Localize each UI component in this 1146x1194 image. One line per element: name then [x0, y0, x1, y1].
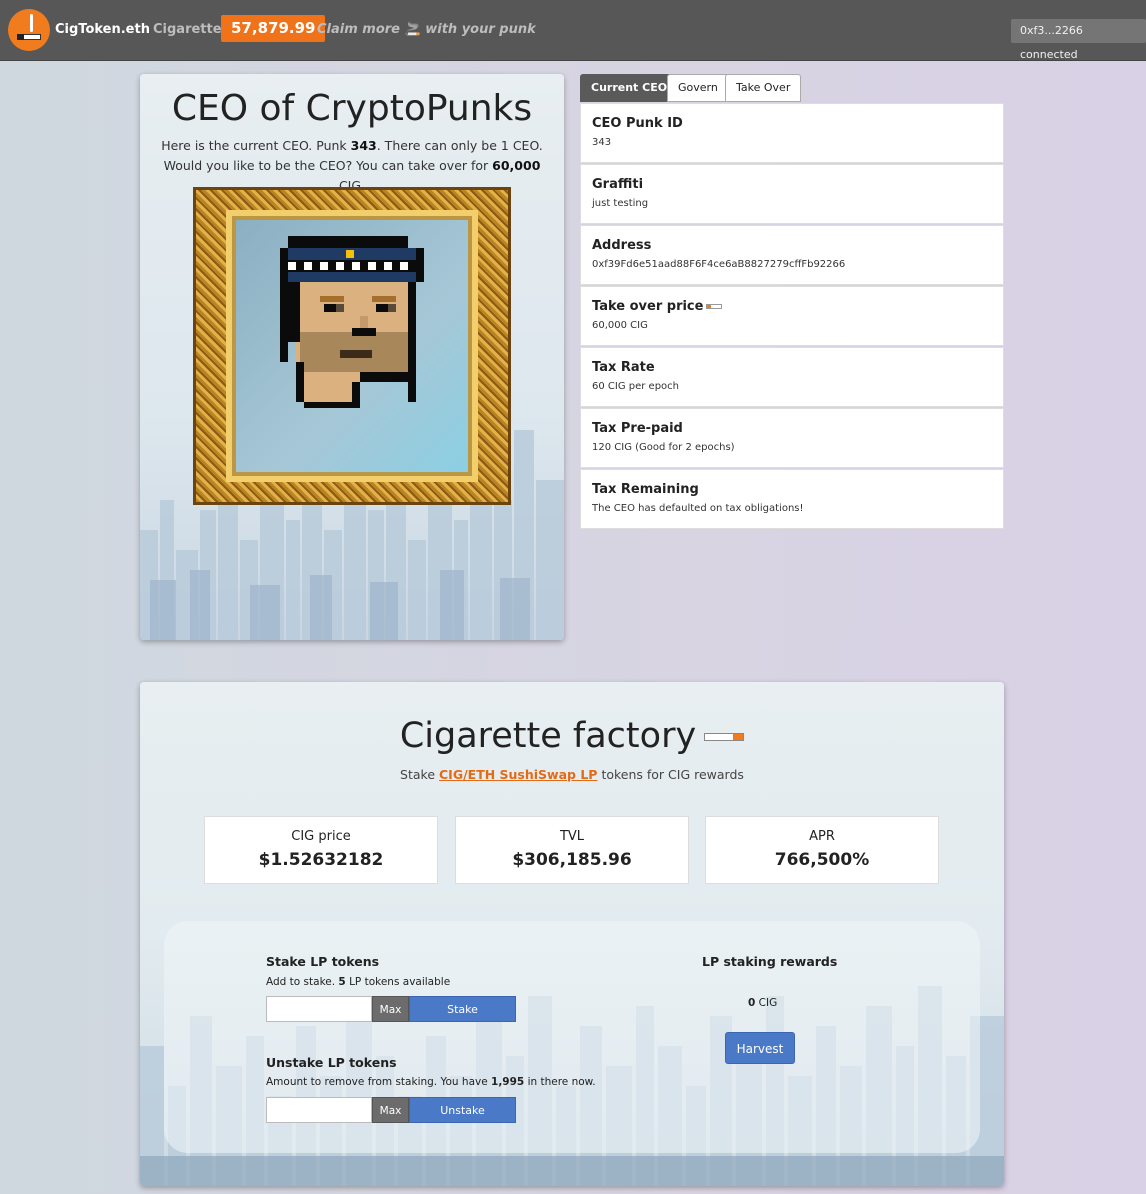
harvest-button[interactable]: Harvest — [725, 1032, 795, 1064]
unstake-section-title: Unstake LP tokens — [266, 1055, 397, 1070]
claim-link[interactable]: Claim more 🚬 with your punk — [317, 22, 536, 37]
rewards-amount: 0 CIG — [748, 997, 778, 1009]
stat-tvl: TVL $306,185.96 — [455, 816, 689, 884]
info-item-graffiti: Graffiti just testing — [580, 164, 1004, 224]
stake-button[interactable]: Stake — [409, 996, 516, 1022]
unstake-button[interactable]: Unstake — [409, 1097, 516, 1123]
stake-max-button[interactable]: Max — [372, 996, 409, 1022]
stake-amount-input[interactable] — [266, 996, 372, 1022]
info-item-address: Address 0xf39Fd6e51aad88F6F4ce6aB8827279… — [580, 225, 1004, 285]
stake-description: Add to stake. 5 LP tokens available — [266, 976, 451, 988]
stat-cig-price: CIG price $1.52632182 — [204, 816, 438, 884]
factory-subtitle: Stake CIG/ETH SushiSwap LP tokens for CI… — [400, 767, 744, 782]
unstake-max-button[interactable]: Max — [372, 1097, 409, 1123]
tab-current-ceo[interactable]: Current CEO — [580, 74, 679, 102]
cigarette-factory-card: Cigarette factory Stake CIG/ETH SushiSwa… — [140, 682, 1004, 1186]
info-item-takeover-price: Take over price 60,000 CIG — [580, 286, 1004, 346]
info-item-tax-remaining: Tax Remaining The CEO has defaulted on t… — [580, 469, 1004, 529]
cigtoken-logo-icon[interactable] — [8, 9, 50, 51]
punk-portrait-icon — [280, 236, 424, 408]
info-item-ceo-punk-id: CEO Punk ID 343 — [580, 103, 1004, 163]
cigarette-icon — [706, 304, 723, 309]
unstake-description: Amount to remove from staking. You have … — [266, 1076, 596, 1088]
tab-govern[interactable]: Govern — [667, 74, 729, 102]
staking-panel: Stake LP tokens Add to stake. 5 LP token… — [164, 921, 980, 1153]
stat-apr: APR 766,500% — [705, 816, 939, 884]
unstake-amount-input[interactable] — [266, 1097, 372, 1123]
rewards-section-title: LP staking rewards — [702, 954, 838, 969]
ceo-info-list: CEO Punk ID 343 Graffiti just testing Ad… — [580, 103, 1004, 530]
wallet-connected-badge[interactable]: 0xf3...2266 connected — [1011, 19, 1146, 61]
ceo-page-title: CEO of CryptoPunks — [171, 88, 533, 129]
cigarette-icon — [704, 733, 745, 741]
sushiswap-lp-link[interactable]: CIG/ETH SushiSwap LP — [439, 767, 597, 782]
gold-frame — [193, 187, 511, 505]
info-item-tax-rate: Tax Rate 60 CIG per epoch — [580, 347, 1004, 407]
cigarettes-label: Cigarettes — [153, 22, 230, 37]
info-item-tax-prepaid: Tax Pre-paid 120 CIG (Good for 2 epochs) — [580, 408, 1004, 468]
tab-take-over[interactable]: Take Over — [725, 74, 802, 102]
ceo-punk-id-text: 343 — [350, 138, 377, 153]
factory-title: Cigarette factory — [140, 716, 1004, 756]
cig-balance-badge: 57,879.99 — [221, 15, 326, 42]
stake-section-title: Stake LP tokens — [266, 954, 380, 969]
ceo-card: CEO of CryptoPunks Here is the current C… — [140, 74, 564, 640]
punk-portrait-image — [236, 220, 468, 472]
takeover-price-text: 60,000 — [492, 158, 541, 173]
top-navbar: CigToken.eth Cigarettes 57,879.99 Claim … — [0, 0, 1146, 61]
brand-link[interactable]: CigToken.eth — [55, 22, 150, 37]
